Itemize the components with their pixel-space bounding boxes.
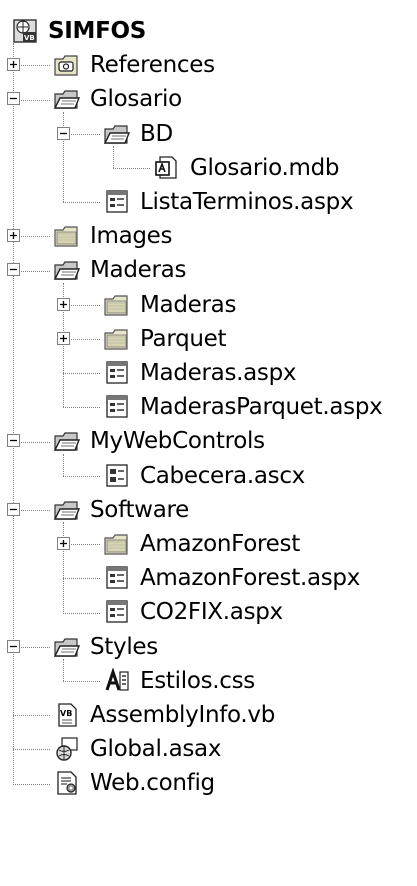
tree-node-amazonforest[interactable]: AmazonForest xyxy=(0,527,417,561)
tree-node-label: MaderasParquet.aspx xyxy=(140,394,383,421)
tree-node-label: ListaTerminos.aspx xyxy=(140,189,354,215)
tree-node-estilos-css[interactable]: Estilos.css xyxy=(0,664,417,698)
tree-node-parquet[interactable]: Parquet xyxy=(0,322,417,356)
tree-node-label: Estilos.css xyxy=(140,667,255,694)
folder-open-icon xyxy=(54,86,80,112)
collapse-minus-icon[interactable] xyxy=(7,92,20,106)
tree-node-assemblyinfo-vb[interactable]: VB AssemblyInfo.vb xyxy=(0,698,417,732)
collapse-minus-icon[interactable] xyxy=(7,639,20,653)
css-file-icon xyxy=(104,667,130,694)
tree-node-label: Glosario xyxy=(90,86,182,113)
collapse-minus-icon[interactable] xyxy=(7,434,20,448)
tree-node-label: References xyxy=(90,52,215,79)
ascx-control-icon xyxy=(104,463,130,489)
expand-plus-icon[interactable] xyxy=(7,229,20,243)
tree-node-label: AmazonForest xyxy=(140,531,300,557)
folder-closed-icon xyxy=(104,326,130,352)
tree-node-label: MyWebControls xyxy=(90,428,265,455)
collapse-minus-icon[interactable] xyxy=(7,263,20,277)
tree-node-label: Software xyxy=(90,496,189,523)
expand-plus-icon[interactable] xyxy=(7,58,20,72)
aspx-page-icon xyxy=(104,360,130,386)
global-asax-icon xyxy=(54,736,80,762)
tree-node-references[interactable]: References xyxy=(0,48,417,82)
aspx-page-icon xyxy=(104,189,130,215)
folder-open-icon xyxy=(104,121,130,147)
tree-node-label: AssemblyInfo.vb xyxy=(90,702,276,728)
tree-node-amazonforest-aspx[interactable]: AmazonForest.aspx xyxy=(0,561,417,595)
folder-closed-icon xyxy=(104,292,130,318)
folder-open-icon xyxy=(54,497,80,523)
references-folder-icon xyxy=(54,52,80,78)
tree-node-software[interactable]: Software xyxy=(0,493,417,527)
tree-node-label: Glosario.mdb xyxy=(190,154,340,181)
expand-plus-icon[interactable] xyxy=(57,537,70,550)
config-file-icon xyxy=(54,770,80,796)
vb-project-icon: VB xyxy=(12,18,38,44)
tree-node-label: SIMFOS xyxy=(48,18,147,44)
tree-node-co2fix-aspx[interactable]: CO2FIX.aspx xyxy=(0,595,417,629)
aspx-page-icon xyxy=(104,599,130,625)
tree-node-glosario-mdb[interactable]: Glosario.mdb xyxy=(0,151,417,185)
tree-node-label: Styles xyxy=(90,633,158,660)
tree-node-web-config[interactable]: Web.config xyxy=(0,766,417,800)
tree-node-simfos[interactable]: VB SIMFOS xyxy=(0,14,417,48)
folder-closed-icon xyxy=(54,223,80,249)
tree-node-label: CO2FIX.aspx xyxy=(140,599,283,626)
folder-open-icon xyxy=(54,428,80,454)
folder-open-icon xyxy=(54,634,80,660)
tree-node-label: Maderas xyxy=(90,257,187,284)
tree-node-label: Cabecera.ascx xyxy=(140,462,305,489)
tree-node-maderas[interactable]: Maderas xyxy=(0,253,417,287)
aspx-page-icon xyxy=(104,394,130,420)
tree-node-bd[interactable]: BD xyxy=(0,117,417,151)
tree-node-label: Parquet xyxy=(140,325,227,352)
tree-node-glosario[interactable]: Glosario xyxy=(0,82,417,116)
svg-text:VB: VB xyxy=(24,34,35,42)
tree-node-cabecera-ascx[interactable]: Cabecera.ascx xyxy=(0,459,417,493)
vb-file-icon: VB xyxy=(54,702,80,728)
access-database-icon xyxy=(154,155,180,181)
tree-node-label: AmazonForest.aspx xyxy=(140,565,361,592)
collapse-minus-icon[interactable] xyxy=(57,126,70,140)
tree-node-label: Maderas xyxy=(140,291,237,318)
tree-node-images[interactable]: Images xyxy=(0,219,417,253)
tree-node-label: Maderas.aspx xyxy=(140,360,297,386)
tree-node-label: Global.asax xyxy=(90,736,222,763)
aspx-page-icon xyxy=(104,565,130,591)
tree-node-maderasparquet-aspx[interactable]: MaderasParquet.aspx xyxy=(0,390,417,424)
tree-node-mywebcontrols[interactable]: MyWebControls xyxy=(0,424,417,458)
tree-node-global-asax[interactable]: Global.asax xyxy=(0,732,417,766)
tree-node-label: BD xyxy=(140,120,173,147)
tree-node-maderas[interactable]: Maderas xyxy=(0,288,417,322)
folder-closed-icon xyxy=(104,531,130,557)
collapse-minus-icon[interactable] xyxy=(7,502,20,516)
solution-explorer-tree: VB SIMFOS References Glosario BD Glosario.mdb… xyxy=(0,0,417,886)
folder-open-icon xyxy=(54,257,80,283)
expand-plus-icon[interactable] xyxy=(57,297,70,311)
tree-node-label: Web.config xyxy=(90,770,215,797)
svg-text:VB: VB xyxy=(60,709,72,718)
tree-node-label: Images xyxy=(90,223,173,250)
tree-node-styles[interactable]: Styles xyxy=(0,630,417,664)
tree-node-listaterminos-aspx[interactable]: ListaTerminos.aspx xyxy=(0,185,417,219)
tree-node-maderas-aspx[interactable]: Maderas.aspx xyxy=(0,356,417,390)
expand-plus-icon[interactable] xyxy=(57,331,70,345)
